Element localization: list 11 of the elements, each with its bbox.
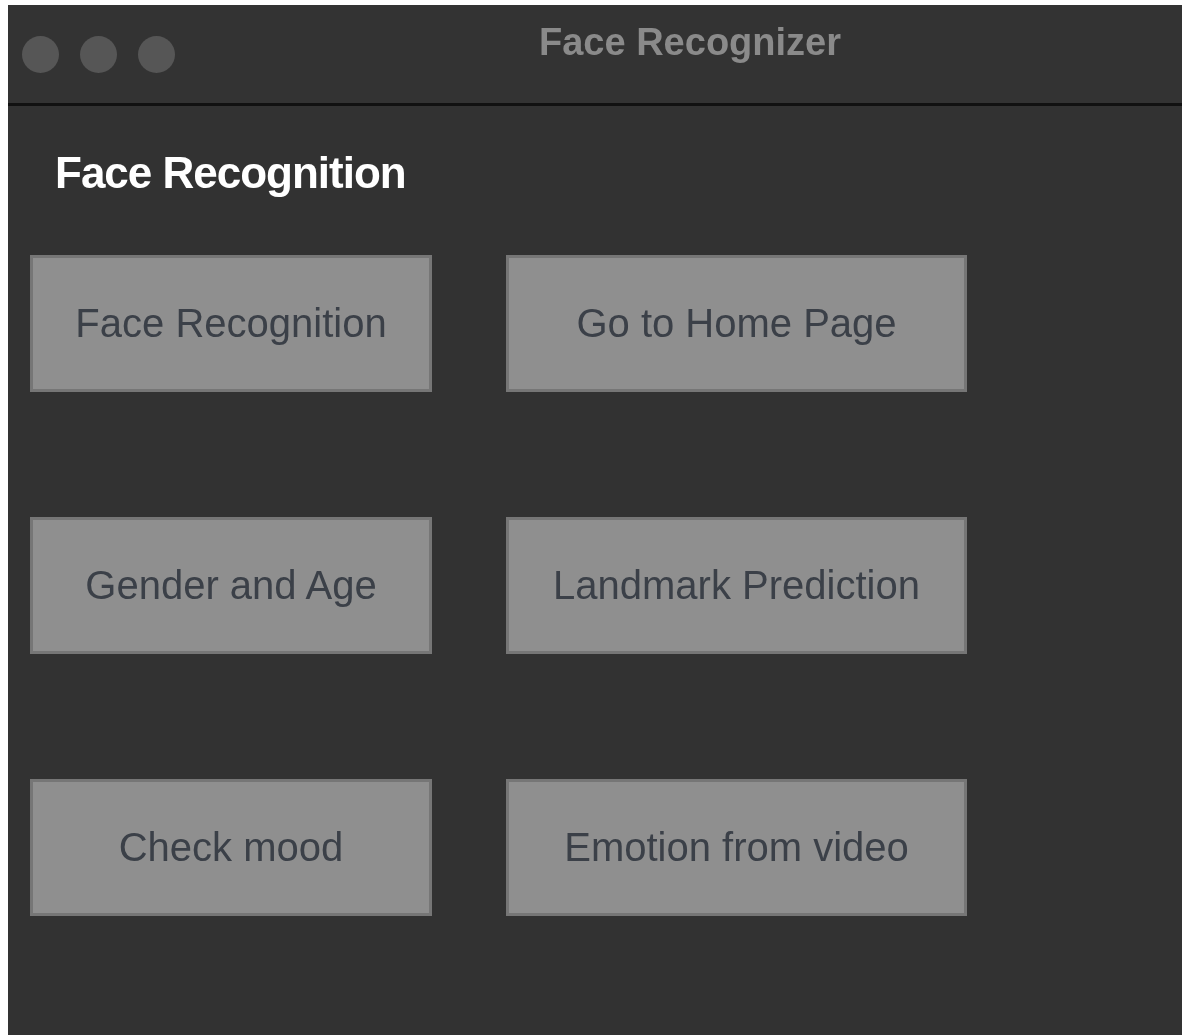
menu-button[interactable]: Landmark Prediction — [506, 517, 967, 654]
menu-button[interactable]: Go to Home Page — [506, 255, 967, 392]
menu-button[interactable]: Face Recognition — [30, 255, 432, 392]
menu-button[interactable]: Check mood — [30, 779, 432, 916]
menu-button[interactable]: Emotion from video — [506, 779, 967, 916]
minimize-icon[interactable] — [80, 35, 117, 73]
menu-button[interactable]: Gender and Age — [30, 517, 432, 654]
zoom-icon[interactable] — [138, 35, 175, 73]
close-icon[interactable] — [22, 35, 59, 73]
window-title: Face Recognizer — [538, 21, 841, 64]
page-heading: Face Recognition — [55, 148, 406, 198]
